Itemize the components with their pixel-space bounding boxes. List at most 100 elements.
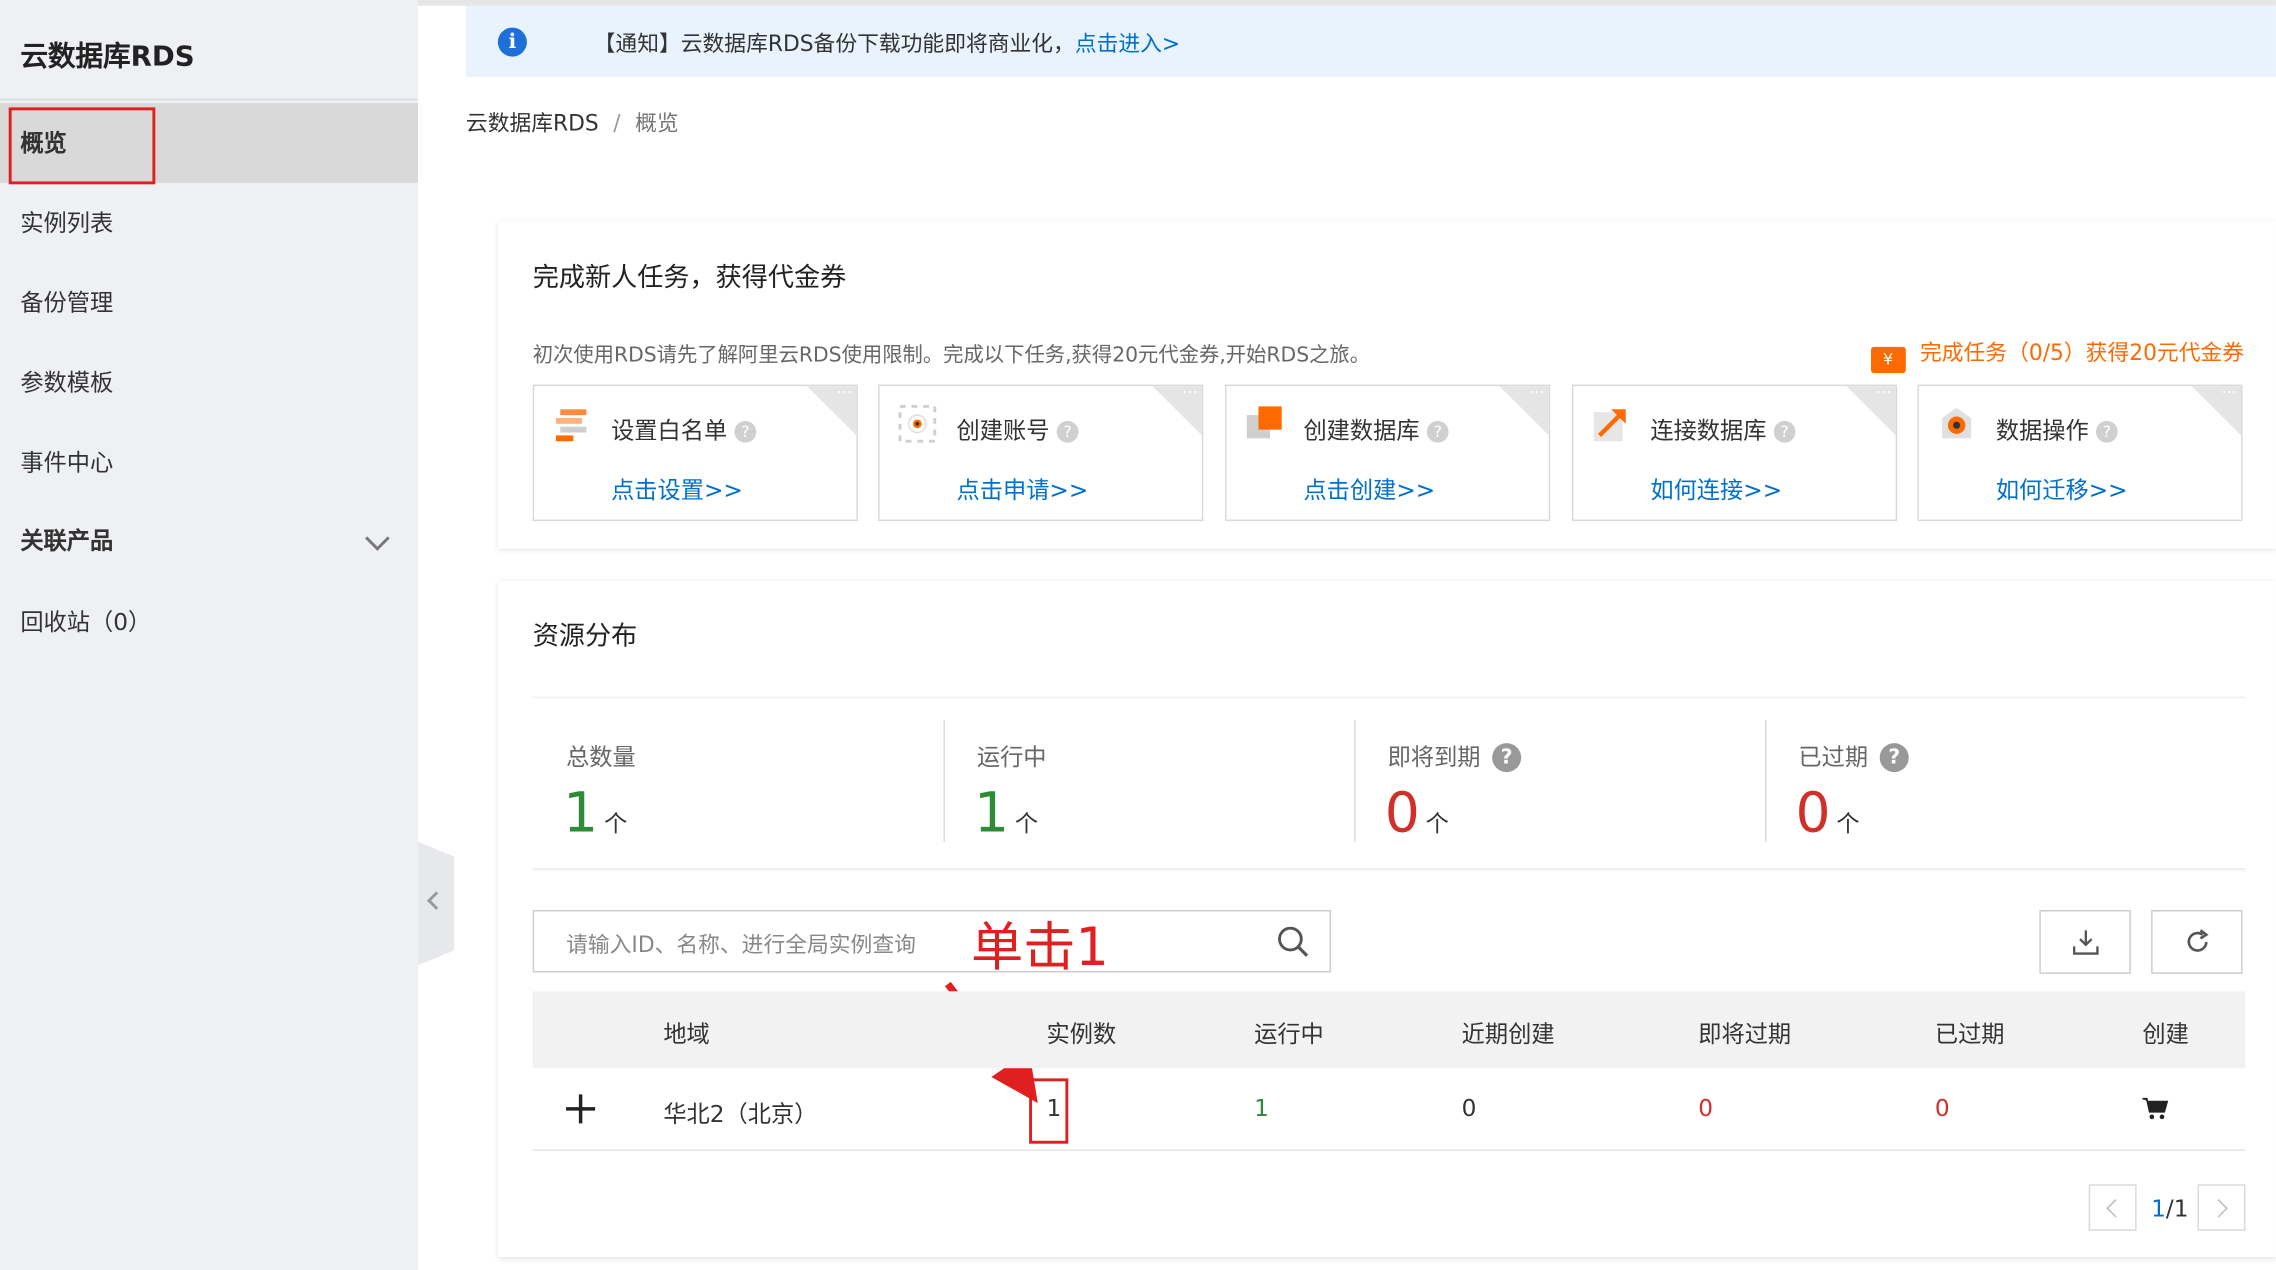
instance-search-input[interactable]: 请输入ID、名称、进行全局实例查询 — [532, 910, 1332, 973]
highlight-box-overview — [8, 107, 156, 185]
stat-unit: 个 — [1836, 809, 1860, 838]
stat-value: 0个 — [1385, 781, 1449, 845]
cart-icon[interactable] — [2142, 1097, 2169, 1120]
cell-running[interactable]: 1 — [1254, 1094, 1269, 1122]
download-button[interactable] — [2039, 910, 2131, 974]
task-connect-database: ··· 连接数据库? 如何连接>> — [1571, 384, 1898, 522]
pager-prev-button[interactable] — [2088, 1184, 2137, 1231]
breadcrumb: 云数据库RDS / 概览 — [466, 107, 679, 137]
task-link[interactable]: 如何连接>> — [1650, 470, 1782, 505]
divider — [532, 696, 2246, 699]
sidebar-collapse-handle[interactable] — [418, 841, 455, 966]
stat-number: 0 — [1384, 780, 1420, 845]
task-label-text: 创建数据库 — [1303, 416, 1420, 445]
column-header: 即将过期 — [1698, 1020, 1792, 1048]
pager-current: 1 — [2151, 1194, 2166, 1223]
task-link[interactable]: 如何迁移>> — [1996, 470, 2128, 505]
sidebar-item-recycle-bin[interactable]: 回收站（0） — [0, 582, 418, 662]
more-icon[interactable]: ··· — [1876, 386, 1891, 402]
info-icon: i — [497, 27, 527, 57]
connect-icon — [1593, 409, 1626, 442]
help-icon[interactable]: ? — [1056, 420, 1079, 443]
sidebar-item-instances[interactable]: 实例列表 — [0, 183, 418, 263]
help-icon[interactable]: ? — [734, 420, 757, 443]
table-header: 地域 实例数 运行中 近期创建 即将过期 已过期 创建 — [532, 991, 2246, 1069]
more-icon[interactable]: ··· — [1182, 386, 1197, 402]
reward-text: 完成任务（0/5）获得20元代金券 — [1919, 339, 2245, 366]
notice-message: 【通知】云数据库RDS备份下载功能即将商业化， — [593, 30, 1075, 57]
stat-label-text: 已过期 — [1798, 743, 1869, 771]
cell-recent[interactable]: 0 — [1462, 1094, 1477, 1122]
breadcrumb-current: 概览 — [635, 110, 679, 137]
stat-number: 1 — [563, 780, 599, 845]
stat-label: 即将到期? — [1387, 737, 1522, 773]
sidebar: 云数据库RDS 概览 实例列表 备份管理 参数模板 事件中心 关联产品 回收站（… — [0, 0, 419, 1270]
stat-unit: 个 — [1014, 809, 1039, 838]
sidebar-item-label: 关联产品 — [20, 526, 114, 555]
more-icon[interactable]: ··· — [1529, 386, 1544, 402]
divider — [532, 867, 2246, 873]
expand-plus-icon[interactable] — [565, 1093, 597, 1125]
task-label-text: 创建账号 — [956, 416, 1050, 445]
notice-text: 【通知】云数据库RDS备份下载功能即将商业化，点击进入> — [594, 28, 1181, 58]
sidebar-item-param-templates[interactable]: 参数模板 — [0, 343, 418, 423]
task-label: 创建账号? — [957, 411, 1079, 446]
column-header: 地域 — [663, 1020, 710, 1048]
sidebar-title: 云数据库RDS — [20, 40, 195, 73]
stat-label: 已过期? — [1798, 737, 1909, 773]
breadcrumb-root[interactable]: 云数据库RDS — [466, 110, 599, 136]
sidebar-divider — [0, 98, 419, 101]
cell-region: 华北2（北京） — [663, 1100, 818, 1128]
download-icon — [2073, 930, 2099, 955]
reward-link[interactable]: ¥ 完成任务（0/5）获得20元代金券 — [1870, 337, 2245, 374]
stat-unit: 个 — [604, 809, 628, 838]
help-icon[interactable]: ? — [1426, 420, 1449, 443]
task-whitelist: ··· 设置白名单? 点击设置>> — [532, 384, 858, 522]
resources-card: 资源分布 总数量 1个 运行中 1个 即将到期? 0个 已过期? 0个 请输入I… — [497, 580, 2276, 1257]
task-label-text: 连接数据库 — [1650, 416, 1767, 445]
task-label: 创建数据库? — [1303, 411, 1449, 446]
task-label-text: 数据操作 — [1995, 416, 2089, 445]
task-label-text: 设置白名单 — [611, 416, 728, 445]
column-header: 创建 — [2142, 1020, 2189, 1048]
help-icon[interactable]: ? — [1773, 420, 1796, 443]
more-icon[interactable]: ··· — [2222, 386, 2237, 402]
more-icon[interactable]: ··· — [837, 386, 852, 402]
stat-number: 0 — [1795, 780, 1831, 845]
task-link[interactable]: 点击申请>> — [957, 470, 1089, 505]
task-data-operations: ··· 数据操作? 如何迁移>> — [1917, 384, 2243, 522]
account-icon — [898, 404, 937, 443]
pager-next-button[interactable] — [2197, 1184, 2246, 1231]
sidebar-item-related-products[interactable]: 关联产品 — [0, 501, 418, 581]
pager-info: 1/1 — [2151, 1195, 2188, 1223]
search-placeholder: 请输入ID、名称、进行全局实例查询 — [566, 931, 916, 958]
tasks-card-description: 初次使用RDS请先了解阿里云RDS使用限制。完成以下任务,获得20元代金券,开始… — [532, 343, 1371, 368]
pager-total: /1 — [2165, 1194, 2189, 1223]
help-icon[interactable]: ? — [1879, 743, 1909, 773]
data-operation-icon — [1942, 407, 1972, 439]
notice-link[interactable]: 点击进入> — [1075, 30, 1180, 56]
stat-label-text: 即将到期 — [1387, 743, 1481, 771]
search-icon[interactable] — [1277, 926, 1309, 958]
database-icon — [1246, 406, 1282, 439]
task-label: 连接数据库? — [1650, 411, 1796, 446]
stat-label: 运行中 — [976, 743, 1047, 771]
coupon-icon: ¥ — [1870, 346, 1906, 374]
highlight-box-instance-count — [1029, 1078, 1069, 1144]
cell-expiring[interactable]: 0 — [1698, 1094, 1713, 1122]
task-link[interactable]: 点击创建>> — [1303, 470, 1435, 505]
sidebar-item-backup[interactable]: 备份管理 — [0, 263, 418, 343]
chevron-down-icon — [365, 526, 390, 551]
task-link[interactable]: 点击设置>> — [611, 470, 743, 505]
task-label: 数据操作? — [1996, 411, 2118, 446]
sidebar-item-events[interactable]: 事件中心 — [0, 422, 418, 502]
stat-expiring: 即将到期? 0个 — [1354, 720, 1765, 872]
help-icon[interactable]: ? — [1492, 743, 1522, 773]
cell-expired[interactable]: 0 — [1935, 1094, 1950, 1122]
column-header: 已过期 — [1934, 1020, 2005, 1048]
task-create-account: ··· 创建账号? 点击申请>> — [878, 384, 1204, 522]
whitelist-icon — [555, 409, 587, 442]
help-icon[interactable]: ? — [2095, 420, 2118, 443]
stat-number: 1 — [973, 780, 1010, 845]
refresh-button[interactable] — [2151, 910, 2243, 974]
